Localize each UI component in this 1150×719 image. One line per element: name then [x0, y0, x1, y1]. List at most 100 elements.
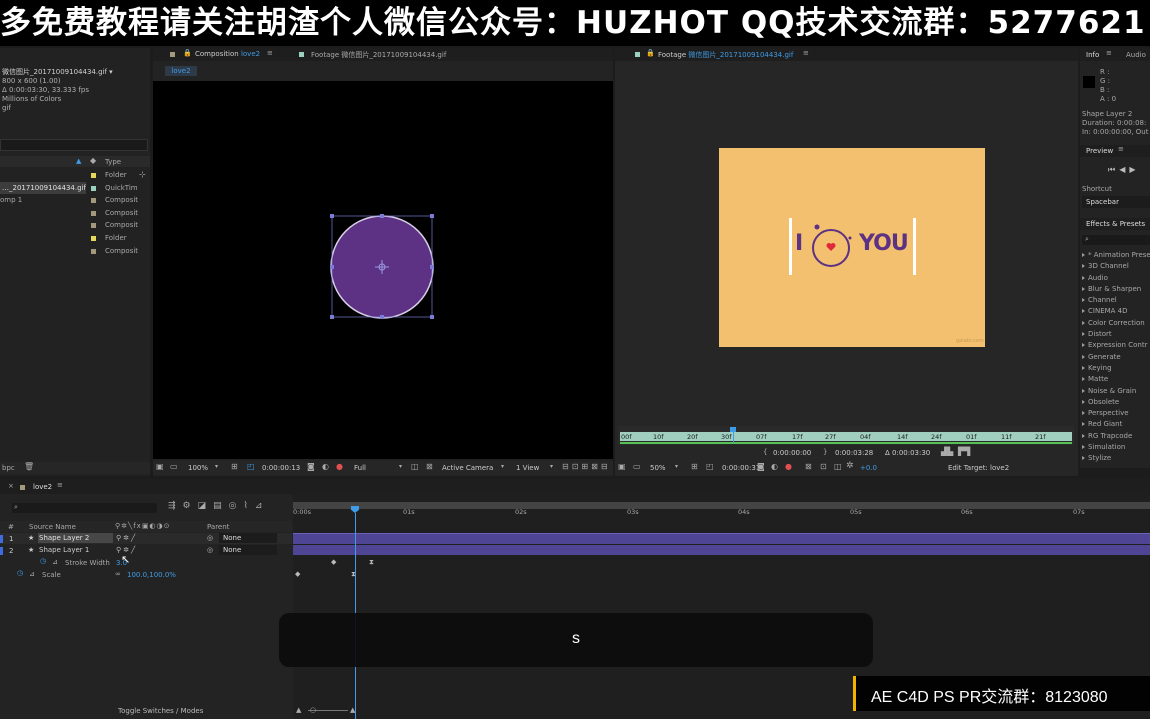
layer-name[interactable]: Shape Layer 1 [39, 546, 89, 554]
camera-select[interactable]: Active Camera [442, 464, 493, 472]
grid-icon[interactable]: ⊠ [805, 462, 812, 471]
tab-audio[interactable]: Audio [1126, 51, 1146, 59]
region-icon[interactable]: ⊞ [691, 462, 698, 471]
tab-menu-icon[interactable]: ≡ [1118, 145, 1124, 153]
project-item[interactable]: Composit [0, 207, 150, 219]
effect-category[interactable]: 3D Channel [1082, 261, 1150, 272]
out-time[interactable]: 0:00:03:28 [835, 449, 873, 457]
tab-menu-icon[interactable]: ≡ [57, 481, 63, 489]
property-scale[interactable]: ◷ ⊿ Scale ∞ 100.0,100.0% [0, 569, 292, 580]
close-icon[interactable]: × [8, 482, 14, 490]
layer-row-1[interactable]: 1 ★ Shape Layer 2 ⚲✲╱ ◎ None [0, 533, 292, 544]
chevron-down-icon[interactable]: ▾ [550, 463, 553, 470]
effect-category[interactable]: Audio [1082, 273, 1150, 284]
zoom-slider[interactable]: ▲ ○ ▲ [296, 706, 366, 716]
tab-footage[interactable]: Footage 微信图片_20171009104434.gif [311, 50, 446, 60]
prev-frame-icon[interactable]: ◀ [1119, 165, 1129, 174]
timeline-search-input[interactable]: ⌕ [12, 503, 157, 513]
effect-category[interactable]: Red Giant [1082, 419, 1150, 430]
motion-blur-icon[interactable]: ◎ [229, 501, 244, 511]
frame-blend-icon[interactable]: ▤ [213, 501, 229, 511]
parent-select[interactable]: None [219, 533, 277, 543]
label-tag-icon[interactable]: ◆ [90, 156, 96, 165]
footage-timeruler[interactable]: 00f 10f 20f 30f 07f 17f 27f 04f 14f 24f … [618, 426, 1074, 445]
effect-category[interactable]: Matte [1082, 374, 1150, 385]
graph-icon[interactable]: ⊿ [52, 558, 58, 566]
zoom-handle[interactable]: ○ [310, 706, 316, 714]
zoom-select[interactable]: 100% [188, 464, 208, 472]
tab-footage-active[interactable]: Footage 微信图片_20171009104434.gif [658, 50, 793, 60]
footage-viewer[interactable]: I YOU gaiabr.com [615, 62, 1078, 427]
effect-category[interactable]: Obsolete [1082, 397, 1150, 408]
tab-info[interactable]: Info [1086, 51, 1099, 59]
stopwatch-icon[interactable]: ◷ [17, 569, 23, 577]
fast-preview-icon[interactable]: ⊡ [820, 462, 827, 471]
keyframe[interactable]: ◆ [331, 558, 336, 566]
in-time[interactable]: 0:00:00:00 [773, 449, 811, 457]
first-frame-icon[interactable]: ⏮ [1108, 165, 1119, 174]
effect-category[interactable]: Keying [1082, 363, 1150, 374]
project-search-input[interactable] [0, 139, 148, 151]
project-item[interactable]: Folder ⊹ [0, 169, 150, 181]
tab-menu-icon[interactable]: ≡ [1106, 49, 1112, 57]
effect-category[interactable]: Noise & Grain [1082, 386, 1150, 397]
tab-menu-icon[interactable]: ≡ [267, 49, 273, 57]
layer-name[interactable]: Shape Layer 2 [38, 533, 113, 543]
zoom-select[interactable]: 50% [650, 464, 666, 472]
effect-category[interactable]: RG Trapcode [1082, 431, 1150, 442]
transparency-icon[interactable]: ◰ [706, 462, 714, 471]
transparency-icon[interactable]: ◰ [247, 462, 255, 471]
current-time[interactable]: 0:00:00:13 [262, 464, 300, 472]
play-icon[interactable]: ▶ [1129, 165, 1139, 174]
chevron-down-icon[interactable]: ▾ [215, 463, 218, 470]
chevron-down-icon[interactable]: ▾ [399, 463, 402, 470]
effects-search-input[interactable]: ⌕ [1082, 235, 1150, 245]
exposure-value[interactable]: +0.0 [860, 464, 877, 472]
comp-subtab[interactable]: love2 [165, 66, 197, 76]
roi-icon[interactable]: ◫ [411, 462, 419, 471]
spiral-icon[interactable]: ◎ [207, 546, 213, 554]
tab-composition[interactable]: Composition love2 [195, 50, 260, 58]
layer-label-swatch[interactable] [0, 547, 3, 555]
shy-icon[interactable]: ◪ [198, 501, 214, 511]
property-value[interactable]: 100.0,100.0% [127, 571, 176, 579]
channel-icon[interactable]: ● [785, 462, 792, 471]
effect-category[interactable]: Distort [1082, 329, 1150, 340]
effect-category[interactable]: Color Correction [1082, 318, 1150, 329]
camera-icon[interactable]: ◙ [757, 462, 765, 471]
tab-menu-icon[interactable]: ≡ [803, 49, 809, 57]
effect-category[interactable]: Perspective [1082, 408, 1150, 419]
toggle-switches-modes[interactable]: Toggle Switches / Modes [118, 707, 203, 715]
always-preview-icon[interactable]: ▣ [618, 462, 626, 471]
monitor-icon[interactable]: ▭ [170, 462, 178, 471]
layer-label-swatch[interactable] [0, 535, 3, 543]
project-item[interactable]: Composit [0, 219, 150, 231]
chevron-down-icon[interactable]: ▾ [675, 463, 678, 470]
graph-editor-icon[interactable]: ⌇ [244, 501, 255, 511]
property-stroke-width[interactable]: ◷ ⊿ Stroke Width 3.0 ↖ [0, 553, 292, 568]
set-out-icon[interactable]: } [823, 448, 827, 456]
sort-arrow-icon[interactable]: ▲ [76, 157, 81, 165]
layer-switches[interactable]: ⚲✲╱ [116, 534, 137, 542]
layer-bar-2[interactable] [293, 545, 1150, 555]
camera-icon[interactable]: ◙ [307, 462, 315, 471]
tab-timeline[interactable]: love2 [33, 483, 52, 491]
comp-viewer[interactable] [153, 81, 613, 459]
current-time[interactable]: 0:00:00:31 [722, 464, 760, 472]
footage-playhead[interactable] [730, 427, 736, 443]
toggle-icons[interactable]: ◫ [834, 462, 842, 471]
effect-category[interactable]: * Animation Prese [1082, 250, 1150, 261]
set-in-icon[interactable]: { [763, 448, 767, 456]
work-area-bar[interactable] [620, 442, 1072, 444]
graph-icon[interactable]: ⊿ [29, 570, 35, 578]
effect-category[interactable]: Stylize [1082, 453, 1150, 464]
snapshot-icon[interactable]: ◐ [771, 462, 778, 471]
graph-icon[interactable]: ⊿ [255, 501, 270, 511]
effect-category[interactable]: Blur & Sharpen [1082, 284, 1150, 295]
trash-icon[interactable]: 🗑 [24, 462, 34, 471]
region-icon[interactable]: ⊞ [231, 462, 238, 471]
parent-select[interactable]: None [219, 545, 277, 555]
effect-category[interactable]: Simulation [1082, 442, 1150, 453]
link-icon[interactable]: ∞ [115, 570, 121, 578]
monitor-icon[interactable]: ▭ [633, 462, 641, 471]
